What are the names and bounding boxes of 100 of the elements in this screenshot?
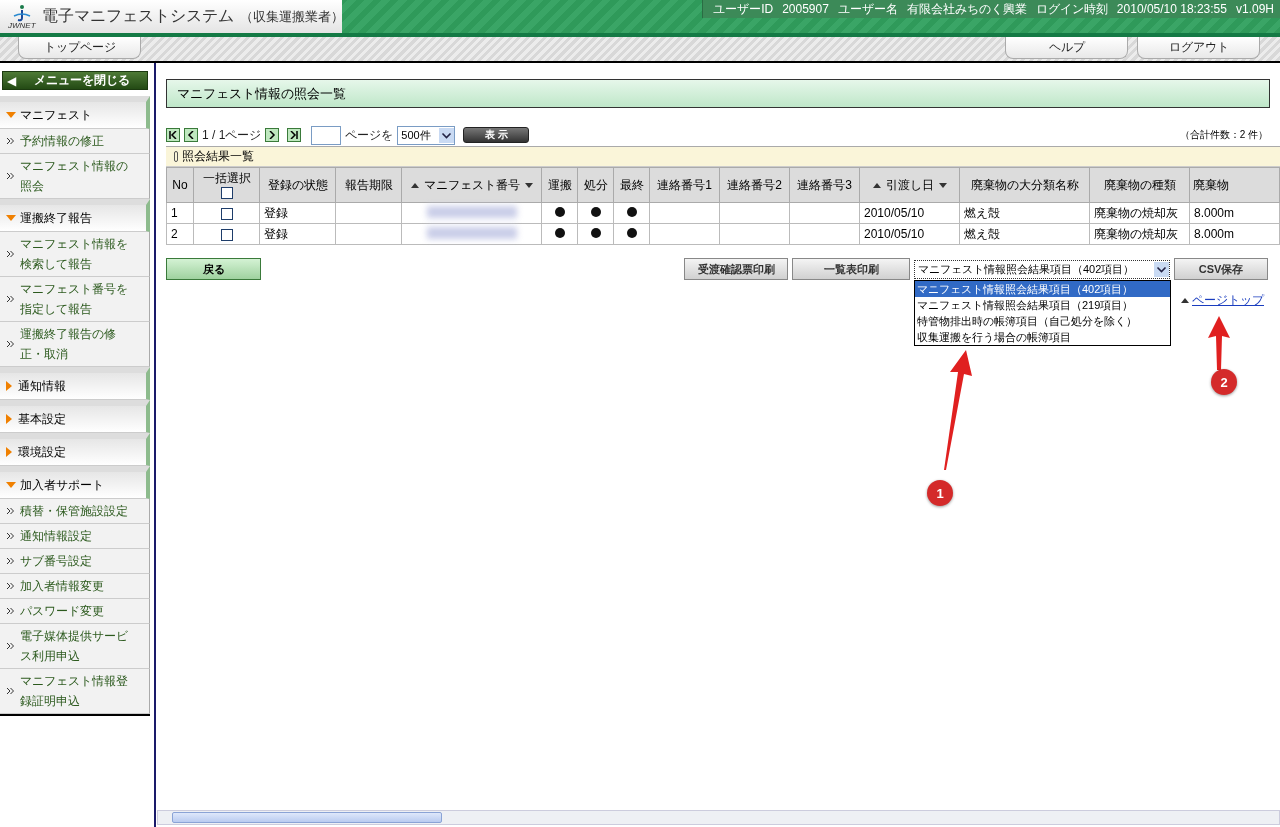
triangle-icon [6, 215, 16, 221]
back-button[interactable]: 戻る [166, 258, 261, 280]
double-chevron-icon [7, 251, 14, 257]
menu-section-header[interactable]: 基本設定 [0, 400, 150, 433]
triangle-icon [6, 414, 12, 424]
column-header: 登録の状態 [259, 167, 336, 203]
user-info-text: 2010/05/10 18:23:55 [1116, 2, 1227, 16]
menu-item[interactable]: 積替・保管施設設定 [0, 499, 150, 524]
menu-item[interactable]: パスワード変更 [0, 599, 150, 624]
menu-item[interactable]: マニフェスト番号を指定して報告 [0, 277, 150, 322]
menu-item[interactable]: 運搬終了報告の修正・取消 [0, 322, 150, 367]
print-receipt-button[interactable]: 受渡確認票印刷 [684, 258, 788, 280]
menu-section-header[interactable]: 運搬終了報告 [0, 199, 150, 232]
menu-item[interactable]: 予約情報の修正 [0, 129, 150, 154]
show-button[interactable]: 表 示 [463, 127, 530, 143]
results-title: 照会結果一覧 [182, 148, 254, 165]
column-header[interactable]: マニフェスト番号 [401, 167, 542, 203]
column-header: 連絡番号3 [789, 167, 860, 203]
table-cell: 1 [166, 202, 194, 224]
first-icon [169, 131, 177, 139]
prev-page-button[interactable] [184, 128, 198, 142]
row-checkbox[interactable] [220, 207, 233, 220]
column-header: 廃棄物 [1189, 167, 1280, 203]
user-info-text: ユーザー名 [837, 0, 898, 18]
menu-item[interactable]: 電子媒体提供サービス利用申込 [0, 624, 150, 669]
column-header[interactable]: 引渡し日 [859, 167, 960, 203]
menu-item[interactable]: サブ番号設定 [0, 549, 150, 574]
menu-section-header[interactable]: 通知情報 [0, 367, 150, 400]
user-info-text: 2005907 [782, 2, 829, 16]
triangle-icon [6, 112, 16, 118]
column-header: 廃棄物の種類 [1089, 167, 1190, 203]
next-page-button[interactable] [265, 128, 280, 142]
dropdown-option[interactable]: マニフェスト情報照会結果項目（402項目） [915, 280, 1170, 297]
column-header: No [166, 167, 194, 203]
column-header: 連絡番号1 [649, 167, 720, 203]
callout-badge: 2 [1211, 369, 1237, 395]
row-checkbox[interactable] [220, 228, 233, 241]
csv-save-button[interactable]: CSV保存 [1174, 258, 1268, 280]
double-chevron-icon [7, 138, 14, 144]
app-title: 電子マニフェストシステム [41, 6, 234, 26]
nav-tab[interactable]: トップページ [18, 37, 141, 59]
double-chevron-icon [7, 608, 14, 614]
csv-format-select[interactable]: マニフェスト情報照会結果項目（402項目） [914, 259, 1170, 279]
app-subtitle: （収集運搬業者） [239, 7, 344, 26]
user-info-text: ユーザーID [713, 0, 774, 18]
menu-item[interactable]: マニフェスト情報を検索して報告 [0, 232, 150, 277]
triangle-icon [6, 381, 12, 391]
column-header: 運搬 [541, 167, 578, 203]
user-info-text: v1.09H [1235, 2, 1274, 16]
arrow-annotation [1208, 316, 1230, 370]
menu-section-header[interactable]: 加入者サポート [0, 466, 150, 499]
column-header: 廃棄物の大分類名称 [959, 167, 1090, 203]
column-header: 報告期限 [335, 167, 402, 203]
triangle-icon [6, 482, 16, 488]
double-chevron-icon [7, 643, 14, 649]
column-header: 連絡番号2 [719, 167, 790, 203]
page-input[interactable] [311, 125, 342, 145]
menu-section-header[interactable]: マニフェスト [0, 96, 150, 129]
horizontal-scrollbar[interactable] [157, 810, 1280, 825]
sort-down-icon [938, 182, 947, 188]
first-page-button[interactable] [166, 128, 180, 142]
double-chevron-icon [7, 558, 14, 564]
total-count: （合計件数：2 件） [1179, 128, 1268, 142]
user-info-text: ログイン時刻 [1035, 0, 1108, 18]
dropdown-caret-icon [1154, 261, 1169, 277]
up-triangle-icon [1181, 298, 1189, 303]
page-info: 1 / 1ページ [202, 126, 262, 144]
nav-tab[interactable]: ヘルプ [1005, 37, 1128, 59]
column-header: 一括選択 [193, 167, 260, 203]
nav-tab[interactable]: ログアウト [1137, 37, 1260, 59]
chevron-left-icon [187, 131, 195, 139]
sort-up-icon [872, 182, 881, 188]
double-chevron-icon [7, 688, 14, 694]
page-suffix: ページを [345, 126, 394, 144]
select-all-checkbox[interactable] [220, 186, 233, 199]
last-icon [290, 131, 299, 139]
chevron-right-icon [268, 131, 277, 139]
logo-caption: JWNET [8, 21, 36, 30]
menu-item[interactable]: マニフェスト情報登録証明申込 [0, 669, 150, 714]
menu-item[interactable]: 通知情報設定 [0, 524, 150, 549]
triangle-icon [6, 447, 12, 457]
menu-item[interactable]: マニフェスト情報の照会 [0, 154, 150, 199]
column-header: 最終 [613, 167, 650, 203]
clip-icon [174, 151, 178, 162]
double-chevron-icon [7, 341, 14, 347]
sort-up-icon [410, 182, 419, 188]
column-header: 処分 [577, 167, 614, 203]
last-page-button[interactable] [287, 128, 302, 142]
table-cell: 2 [166, 223, 194, 245]
double-chevron-icon [7, 583, 14, 589]
print-list-button[interactable]: 一覧表印刷 [792, 258, 910, 280]
close-menu-button[interactable]: ◀ メニューを閉じる [2, 71, 148, 90]
page-top-link[interactable]: ページトップ [1192, 292, 1264, 309]
double-chevron-icon [7, 173, 14, 179]
menu-item[interactable]: 加入者情報変更 [0, 574, 150, 599]
double-chevron-icon [7, 296, 14, 302]
dropdown-caret-icon [439, 127, 455, 143]
sort-down-icon [524, 182, 533, 188]
page-size-select[interactable]: 500件 [397, 125, 456, 145]
menu-section-header[interactable]: 環境設定 [0, 433, 150, 466]
